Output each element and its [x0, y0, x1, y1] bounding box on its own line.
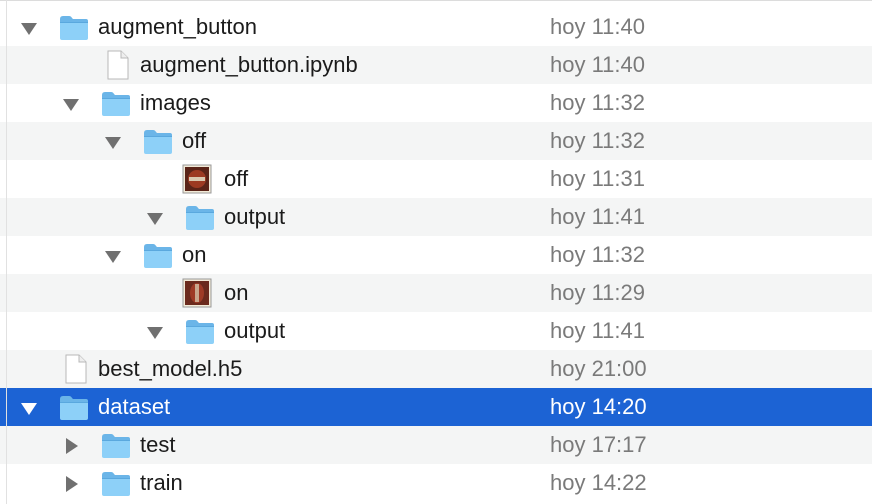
document-icon [102, 50, 134, 80]
file-name: off [224, 166, 249, 191]
date-modified: hoy 11:32 [550, 242, 646, 267]
folder-icon [184, 317, 216, 345]
file-row-images[interactable]: images hoy 11:32 [0, 84, 872, 122]
file-row-best-model-h5[interactable]: best_model.h5 hoy 21:00 [0, 350, 872, 388]
file-name: on [182, 242, 207, 267]
image-thumbnail-icon [180, 278, 212, 308]
column-divider [6, 0, 7, 504]
file-row-off[interactable]: off hoy 11:31 [0, 160, 872, 198]
file-row-test[interactable]: test hoy 17:17 [0, 426, 872, 464]
file-name: test [140, 432, 176, 457]
disclosure-triangle-expanded-icon[interactable] [62, 95, 80, 113]
folder-icon [100, 431, 132, 459]
file-name: images [140, 90, 211, 115]
disclosure-triangle-expanded-icon[interactable] [20, 399, 38, 417]
document-icon [60, 354, 92, 384]
disclosure-triangle-collapsed-icon[interactable] [62, 437, 80, 455]
folder-icon [58, 13, 90, 41]
file-name: off [182, 128, 207, 153]
file-name: dataset [98, 394, 171, 419]
date-modified: hoy 21:00 [550, 356, 647, 381]
file-name: best_model.h5 [98, 356, 243, 381]
file-row-output[interactable]: output hoy 11:41 [0, 198, 872, 236]
file-row-on[interactable]: on hoy 11:29 [0, 274, 872, 312]
file-name: augment_button.ipynb [140, 52, 358, 77]
date-modified: hoy 11:32 [550, 90, 646, 115]
image-thumbnail-icon [180, 164, 212, 194]
folder-icon [100, 469, 132, 497]
file-name: train [140, 470, 183, 495]
disclosure-triangle-expanded-icon[interactable] [104, 133, 122, 151]
file-row-on[interactable]: on hoy 11:32 [0, 236, 872, 274]
disclosure-triangle-expanded-icon[interactable] [20, 19, 38, 37]
file-name: output [224, 318, 286, 343]
date-modified: hoy 11:29 [550, 280, 646, 305]
folder-icon [58, 393, 90, 421]
date-modified: hoy 11:31 [550, 166, 646, 191]
list-top-border [0, 0, 872, 8]
date-modified: hoy 11:41 [550, 204, 646, 229]
date-modified: hoy 11:41 [550, 318, 646, 343]
folder-icon [184, 203, 216, 231]
folder-icon [142, 127, 174, 155]
date-modified: hoy 11:40 [550, 52, 646, 77]
file-row-dataset[interactable]: dataset hoy 14:20 [0, 388, 872, 426]
folder-icon [142, 241, 174, 269]
disclosure-triangle-collapsed-icon[interactable] [62, 475, 80, 493]
disclosure-triangle-expanded-icon[interactable] [146, 209, 164, 227]
file-row-off[interactable]: off hoy 11:32 [0, 122, 872, 160]
date-modified: hoy 14:22 [550, 470, 647, 495]
date-modified: hoy 17:17 [550, 432, 647, 457]
file-list: augment_button hoy 11:40 augment_button.ip… [0, 8, 872, 502]
file-row-augment-button-ipynb[interactable]: augment_button.ipynb hoy 11:40 [0, 46, 872, 84]
file-row-output[interactable]: output hoy 11:41 [0, 312, 872, 350]
date-modified: hoy 14:20 [550, 394, 647, 419]
file-name: augment_button [98, 14, 258, 39]
date-modified: hoy 11:40 [550, 14, 646, 39]
file-row-train[interactable]: train hoy 14:22 [0, 464, 872, 502]
file-name: output [224, 204, 286, 229]
file-row-augment-button[interactable]: augment_button hoy 11:40 [0, 8, 872, 46]
folder-icon [100, 89, 132, 117]
file-name: on [224, 280, 249, 305]
disclosure-triangle-expanded-icon[interactable] [146, 323, 164, 341]
disclosure-triangle-expanded-icon[interactable] [104, 247, 122, 265]
date-modified: hoy 11:32 [550, 128, 646, 153]
